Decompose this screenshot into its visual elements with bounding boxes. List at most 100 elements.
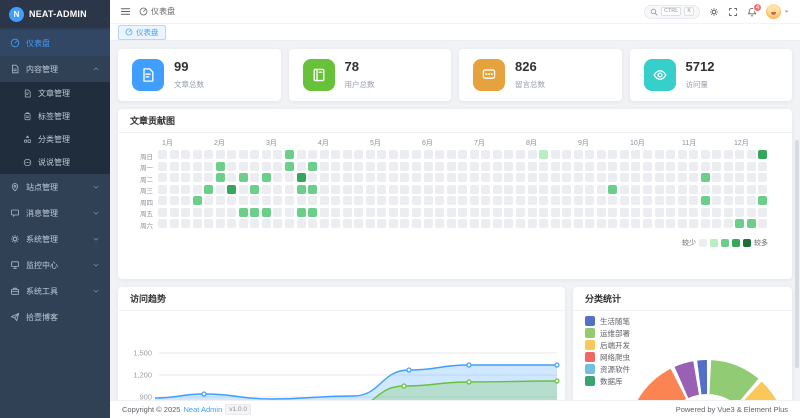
breadcrumb[interactable]: 仪表盘: [139, 6, 175, 17]
heatmap-cell: [631, 162, 640, 171]
heatmap-cell: [620, 196, 629, 205]
heatmap-cell: [666, 173, 675, 182]
sidebar-item-category[interactable]: 分类管理: [0, 128, 110, 151]
pie-legend-item[interactable]: 数据库: [585, 375, 630, 387]
heatmap-cell: [747, 219, 756, 228]
heatmap-legend: 较少 较多: [128, 231, 782, 248]
heatmap-cell: [204, 208, 213, 217]
book-icon: [303, 59, 335, 91]
pie-legend-item[interactable]: 资源软件: [585, 363, 630, 375]
sidebar-item-label: 标签管理: [38, 111, 100, 122]
brand-link[interactable]: Neat Admin: [183, 405, 222, 414]
heatmap-cell: [227, 185, 236, 194]
heatmap-cell: [435, 173, 444, 182]
tab-dashboard[interactable]: 仪表盘: [118, 25, 166, 40]
fullscreen-icon[interactable]: [728, 7, 738, 17]
heatmap-cell: [250, 208, 259, 217]
document-icon: [132, 59, 164, 91]
sidebar-item-content[interactable]: 内容管理: [0, 56, 110, 82]
day-label: 周四: [128, 196, 158, 208]
sidebar-item-tag[interactable]: 标签管理: [0, 105, 110, 128]
top-header: 仪表盘 CTRL K: [110, 0, 800, 24]
copyright-text: Copyright © 2025: [122, 405, 180, 414]
pie-legend-item[interactable]: 后端开发: [585, 339, 630, 351]
heatmap-cell: [412, 219, 421, 228]
user-menu[interactable]: [766, 4, 790, 19]
heatmap-cell: [620, 150, 629, 159]
heatmap-cell: [308, 196, 317, 205]
heatmap-cell: [758, 173, 767, 182]
legend-swatch: [585, 316, 595, 326]
heatmap-cell: [227, 219, 236, 228]
search-input[interactable]: CTRL K: [644, 5, 700, 19]
heatmap-cell: [655, 173, 664, 182]
pie-legend-item[interactable]: 生活随笔: [585, 315, 630, 327]
heatmap-cell: [481, 162, 490, 171]
heatmap-cell: [424, 150, 433, 159]
heatmap-cell: [297, 196, 306, 205]
scrollbar-thumb[interactable]: [795, 140, 799, 368]
settings-gear-icon[interactable]: [709, 7, 719, 17]
heatmap-cell: [239, 208, 248, 217]
folder-icon: [10, 64, 20, 74]
sidebar-item-tools[interactable]: 系统工具: [0, 278, 110, 304]
month-label: 8月: [526, 138, 537, 148]
heatmap-cell: [354, 185, 363, 194]
heatmap-cell: [447, 208, 456, 217]
heatmap-cell: [320, 208, 329, 217]
sidebar-item-site[interactable]: 站点管理: [0, 174, 110, 200]
sidebar-item-dashboard[interactable]: 仪表盘: [0, 30, 110, 56]
heatmap-cell: [758, 208, 767, 217]
sidebar-item-blog[interactable]: 拾壹博客: [0, 304, 110, 330]
tab-label: 仪表盘: [136, 27, 159, 38]
month-label: 7月: [474, 138, 485, 148]
gear-icon: [10, 234, 20, 244]
heatmap-cell: [597, 185, 606, 194]
sidebar-item-article[interactable]: 文章管理: [0, 82, 110, 105]
pie-legend-item[interactable]: 网络爬虫: [585, 351, 630, 363]
heatmap-cell: [297, 219, 306, 228]
sidebar-item-label: 系统管理: [26, 234, 86, 245]
heatmap-cell: [539, 173, 548, 182]
app-logo[interactable]: N NEAT-ADMIN: [0, 0, 110, 28]
legend-more-label: 较多: [754, 238, 768, 248]
heatmap-cell: [747, 150, 756, 159]
heatmap-cell: [273, 208, 282, 217]
hamburger-icon[interactable]: [120, 6, 131, 17]
heatmap-cell: [320, 150, 329, 159]
heatmap-cell: [250, 185, 259, 194]
heatmap-cell: [574, 173, 583, 182]
heatmap-cell: [181, 162, 190, 171]
heatmap-cell: [608, 173, 617, 182]
heatmap-cell: [701, 150, 710, 159]
tag-icon: [23, 112, 32, 121]
heatmap-cell: [712, 173, 721, 182]
notifications-button[interactable]: 4: [747, 7, 757, 17]
sidebar-item-monitor[interactable]: 监控中心: [0, 252, 110, 278]
sidebar-item-system[interactable]: 系统管理: [0, 226, 110, 252]
heatmap-cell: [181, 150, 190, 159]
heatmap-cell: [262, 173, 271, 182]
heatmap-cell: [643, 208, 652, 217]
heatmap-cell: [539, 219, 548, 228]
day-label: 周五: [128, 208, 158, 220]
heatmap-cell: [735, 185, 744, 194]
heatmap-cell: [597, 150, 606, 159]
heatmap-cell: [516, 219, 525, 228]
heatmap-cell: [216, 208, 225, 217]
heatmap-cell: [354, 196, 363, 205]
sidebar-item-talk[interactable]: 说说管理: [0, 151, 110, 174]
month-label: 2月: [214, 138, 225, 148]
heatmap-cell: [504, 219, 513, 228]
sidebar-item-message[interactable]: 消息管理: [0, 200, 110, 226]
heatmap-cell: [562, 208, 571, 217]
heatmap-cell: [643, 185, 652, 194]
sidebar-item-label: 仪表盘: [26, 38, 100, 49]
heatmap-cell: [204, 185, 213, 194]
heatmap-cell: [585, 219, 594, 228]
heatmap-cell: [655, 219, 664, 228]
pie-legend-label: 生活随笔: [600, 316, 630, 327]
heatmap-cell: [551, 150, 560, 159]
caret-down-icon: [783, 8, 790, 15]
pie-legend-item[interactable]: 运维部署: [585, 327, 630, 339]
